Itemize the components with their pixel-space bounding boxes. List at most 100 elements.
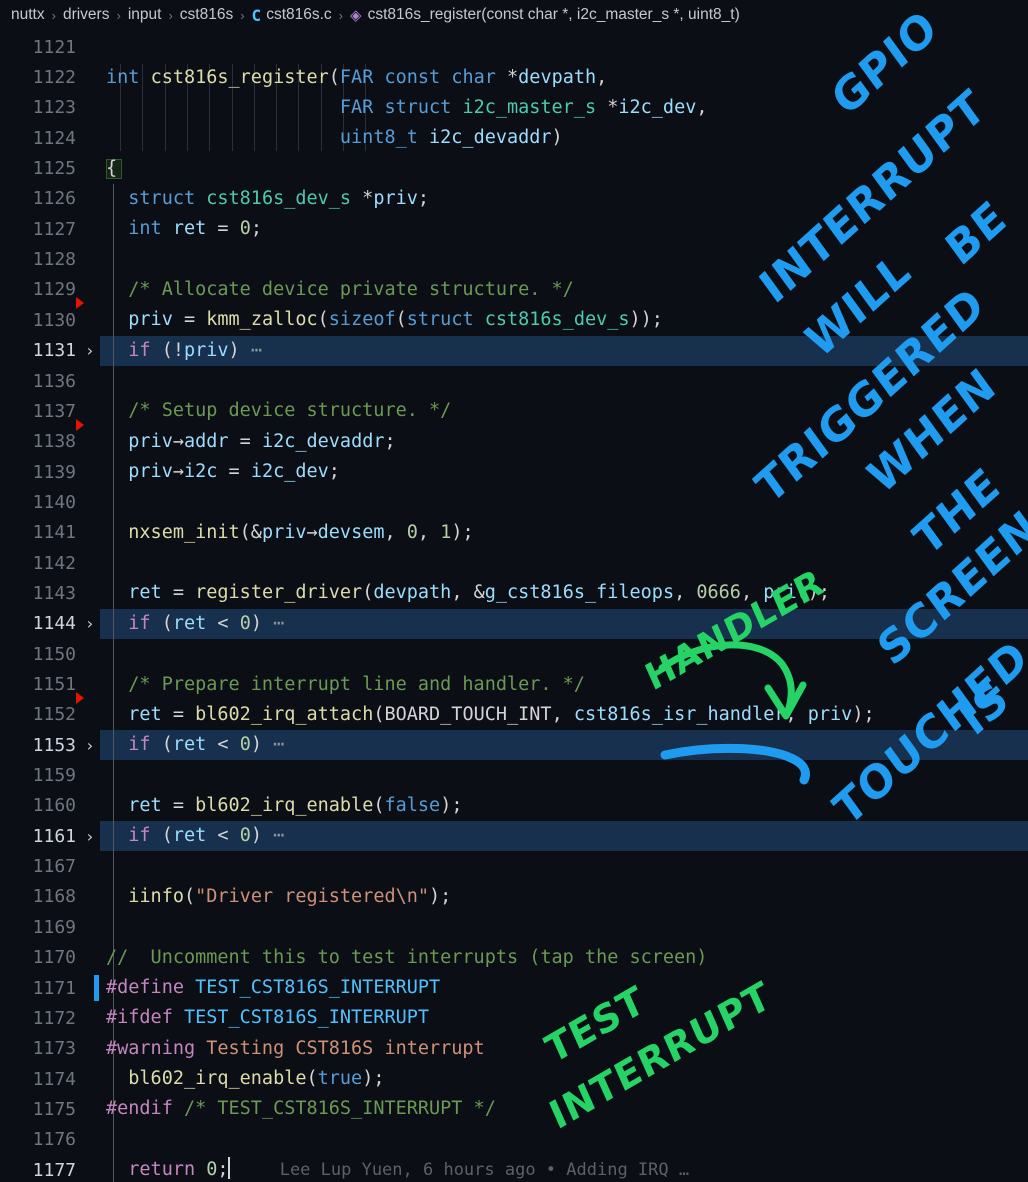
code-line[interactable]: 1170 // Uncomment this to test interrupts… (0, 943, 1028, 973)
line-number-gutter[interactable]: 1152 (0, 700, 100, 730)
code-text[interactable]: ret = bl602_irq_attach(BOARD_TOUCH_INT, … (100, 700, 874, 730)
code-line[interactable]: 1176 (0, 1125, 1028, 1155)
code-line[interactable]: 1150 (0, 639, 1028, 669)
breadcrumb-item-0[interactable]: nuttx (10, 6, 46, 24)
line-number-gutter[interactable]: 1173 (0, 1034, 100, 1064)
line-number-gutter[interactable]: 1143 (0, 578, 100, 608)
breadcrumb-symbol[interactable]: cst816s_register(const char *, i2c_maste… (367, 6, 741, 24)
line-number-gutter[interactable]: 1177 (0, 1155, 100, 1182)
line-number-gutter[interactable]: 1142 (0, 548, 100, 578)
code-text[interactable]: priv→i2c = i2c_dev; (100, 457, 340, 487)
code-line[interactable]: 1142 (0, 548, 1028, 578)
code-line[interactable]: 1136 (0, 366, 1028, 396)
code-line[interactable]: 1161 › if (ret < 0) ⋯ (0, 821, 1028, 852)
code-text[interactable]: #ifdef TEST_CST816S_INTERRUPT (100, 1003, 429, 1033)
code-line[interactable]: 1143 ret = register_driver(devpath, &g_c… (0, 578, 1028, 608)
line-number-gutter[interactable]: 1176 (0, 1125, 100, 1155)
line-number-gutter[interactable]: 1170 (0, 943, 100, 973)
code-line[interactable]: 1169 (0, 912, 1028, 942)
code-text[interactable]: struct cst816s_dev_s *priv; (100, 184, 429, 214)
code-line[interactable]: 1121 (0, 32, 1028, 62)
line-number-gutter[interactable]: 1168 (0, 882, 100, 912)
code-text[interactable]: nxsem_init(&priv→devsem, 0, 1); (100, 518, 473, 548)
line-number-gutter[interactable]: 1141 (0, 518, 100, 548)
code-text[interactable]: ret = register_driver(devpath, &g_cst816… (100, 578, 830, 608)
line-number-gutter[interactable]: 1151 (0, 669, 100, 699)
code-editor[interactable]: 1121 1122 int cst816s_register(FAR const c… (0, 30, 1028, 1182)
code-line[interactable]: 1126 struct cst816s_dev_s *priv; (0, 184, 1028, 214)
code-text[interactable]: /* Setup device structure. */ (100, 396, 451, 426)
line-number-gutter[interactable]: 1121 (0, 32, 100, 62)
code-text[interactable]: ret = bl602_irq_enable(false); (100, 791, 462, 821)
code-line[interactable]: 1171 #define TEST_CST816S_INTERRUPT (0, 973, 1028, 1003)
line-number-gutter[interactable]: 1150 (0, 639, 100, 669)
code-line[interactable]: 1152 ret = bl602_irq_attach(BOARD_TOUCH_… (0, 700, 1028, 730)
code-text[interactable]: #endif /* TEST_CST816S_INTERRUPT */ (100, 1094, 496, 1124)
code-line[interactable]: 1168 iinfo("Driver registered\n"); (0, 882, 1028, 912)
code-text[interactable]: if (!priv) ⋯ (100, 336, 263, 366)
code-text[interactable]: bl602_irq_enable(true); (100, 1064, 384, 1094)
code-line[interactable]: 1125 { (0, 153, 1028, 183)
breadcrumb-item-3[interactable]: cst816s (179, 6, 234, 24)
code-text[interactable]: int ret = 0; (100, 214, 262, 244)
code-line[interactable]: 1124 uint8_t i2c_devaddr) (0, 123, 1028, 153)
fold-chevron-icon[interactable]: › (80, 341, 100, 360)
code-line[interactable]: 1129 /* Allocate device private structur… (0, 275, 1028, 305)
breadcrumb-item-1[interactable]: drivers (62, 6, 111, 24)
breadcrumb-file[interactable]: cst816s.c (265, 6, 332, 24)
line-number-gutter[interactable]: 1140 (0, 487, 100, 517)
code-text[interactable]: // Uncomment this to test interrupts (ta… (100, 943, 707, 973)
fold-chevron-icon[interactable]: › (80, 614, 100, 633)
line-number-gutter[interactable]: 1131 › (0, 336, 100, 366)
code-text[interactable]: int cst816s_register(FAR const char *dev… (100, 63, 607, 93)
line-number-gutter[interactable]: 1124 (0, 123, 100, 153)
code-line[interactable]: 1172 #ifdef TEST_CST816S_INTERRUPT (0, 1003, 1028, 1033)
code-line[interactable]: 1153 › if (ret < 0) ⋯ (0, 730, 1028, 761)
line-number-gutter[interactable]: 1123 (0, 93, 100, 123)
code-line[interactable]: 1160 ret = bl602_irq_enable(false); (0, 791, 1028, 821)
line-number-gutter[interactable]: 1130 (0, 305, 100, 335)
code-text[interactable]: #warning Testing CST816S interrupt (100, 1034, 485, 1064)
code-text[interactable]: if (ret < 0) ⋯ (100, 730, 285, 760)
line-number-gutter[interactable]: 1127 (0, 214, 100, 244)
line-number-gutter[interactable]: 1159 (0, 760, 100, 790)
code-line[interactable]: 1138 priv→addr = i2c_devaddr; (0, 427, 1028, 457)
line-number-gutter[interactable]: 1167 (0, 851, 100, 881)
code-text[interactable]: iinfo("Driver registered\n"); (100, 882, 451, 912)
code-text[interactable]: FAR struct i2c_master_s *i2c_dev, (100, 93, 708, 123)
code-line[interactable]: 1174 bl602_irq_enable(true); (0, 1064, 1028, 1094)
code-line[interactable]: 1122 int cst816s_register(FAR const char … (0, 62, 1028, 92)
fold-chevron-icon[interactable]: › (80, 736, 100, 755)
line-number-gutter[interactable]: 1137 (0, 396, 100, 426)
code-line[interactable]: 1123 FAR struct i2c_master_s *i2c_dev, (0, 93, 1028, 123)
code-text[interactable]: uint8_t i2c_devaddr) (100, 123, 563, 153)
code-line[interactable]: 1141 nxsem_init(&priv→devsem, 0, 1); (0, 518, 1028, 548)
code-line[interactable]: 1131 › if (!priv) ⋯ (0, 335, 1028, 366)
line-number-gutter[interactable]: 1169 (0, 912, 100, 942)
line-number-gutter[interactable]: 1171 (0, 973, 100, 1003)
code-line[interactable]: 1173 #warning Testing CST816S interrupt (0, 1034, 1028, 1064)
code-line[interactable]: 1140 (0, 487, 1028, 517)
line-number-gutter[interactable]: 1138 (0, 427, 100, 457)
code-line[interactable]: 1137 /* Setup device structure. */ (0, 396, 1028, 426)
code-line[interactable]: 1130 priv = kmm_zalloc(sizeof(struct cst… (0, 305, 1028, 335)
code-line[interactable]: 1144 › if (ret < 0) ⋯ (0, 608, 1028, 639)
code-line[interactable]: 1167 (0, 851, 1028, 881)
line-number-gutter[interactable]: 1129 (0, 275, 100, 305)
code-line[interactable]: 1159 (0, 760, 1028, 790)
line-number-gutter[interactable]: 1139 (0, 457, 100, 487)
line-number-gutter[interactable]: 1172 (0, 1003, 100, 1033)
fold-chevron-icon[interactable]: › (80, 827, 100, 846)
code-text[interactable]: priv→addr = i2c_devaddr; (100, 427, 395, 457)
line-number-gutter[interactable]: 1174 (0, 1064, 100, 1094)
code-text[interactable]: /* Prepare interrupt line and handler. *… (100, 670, 585, 700)
code-line[interactable]: 1127 int ret = 0; (0, 214, 1028, 244)
code-line[interactable]: 1177 return 0; Lee Lup Yuen, 6 hours ago… (0, 1155, 1028, 1182)
breadcrumb-item-2[interactable]: input (127, 6, 163, 24)
line-number-gutter[interactable]: 1160 (0, 791, 100, 821)
code-line[interactable]: 1128 (0, 244, 1028, 274)
code-line[interactable]: 1139 priv→i2c = i2c_dev; (0, 457, 1028, 487)
code-text[interactable]: if (ret < 0) ⋯ (100, 609, 285, 639)
line-number-gutter[interactable]: 1128 (0, 244, 100, 274)
line-number-gutter[interactable]: 1153 › (0, 730, 100, 760)
